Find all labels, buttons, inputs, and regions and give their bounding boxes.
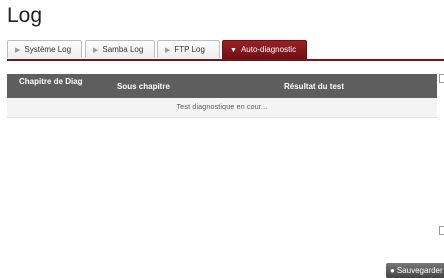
tab-systeme-log[interactable]: ▶ Système Log <box>7 40 82 58</box>
tab-ftp-log[interactable]: ▶ FTP Log <box>157 40 220 58</box>
caret-right-icon: ▶ <box>165 47 171 54</box>
caret-right-icon: ▶ <box>93 47 99 54</box>
save-label: Sauvegarder <box>396 266 443 275</box>
tab-auto-diagnostic[interactable]: ▼ Auto-diagnostic <box>222 40 307 60</box>
tab-label: Auto-diagnostic <box>240 45 297 54</box>
page-title: Log <box>7 4 43 27</box>
tab-label: Samba Log <box>102 45 144 54</box>
tab-label: Système Log <box>24 45 72 54</box>
save-button[interactable]: ● Sauvegarder <box>386 263 444 278</box>
status-text: Test diagnostique en cour... <box>176 104 268 111</box>
panel-resize-handle[interactable] <box>439 226 444 235</box>
tab-label: FTP Log <box>174 45 205 54</box>
column-header-sous-chapitre[interactable]: Sous chapitre <box>117 82 170 91</box>
column-header-resultat[interactable]: Résultat du test <box>284 82 344 91</box>
caret-down-icon: ▼ <box>230 47 237 54</box>
save-icon: ● <box>390 266 395 275</box>
caret-right-icon: ▶ <box>15 47 21 54</box>
log-tabs: ▶ Système Log ▶ Samba Log ▶ FTP Log ▼ Auto-d… <box>7 40 444 61</box>
tab-samba-log[interactable]: ▶ Samba Log <box>85 40 155 58</box>
column-header-chapitre[interactable]: Chapitre de Diag <box>19 77 89 86</box>
tab-underline <box>7 59 444 61</box>
table-row: Test diagnostique en cour... <box>7 98 437 118</box>
table-header: Chapitre de Diag Sous chapitre Résultat … <box>7 74 437 98</box>
diagnostic-table: Chapitre de Diag Sous chapitre Résultat … <box>7 74 437 118</box>
panel-collapse-handle[interactable] <box>439 74 444 83</box>
